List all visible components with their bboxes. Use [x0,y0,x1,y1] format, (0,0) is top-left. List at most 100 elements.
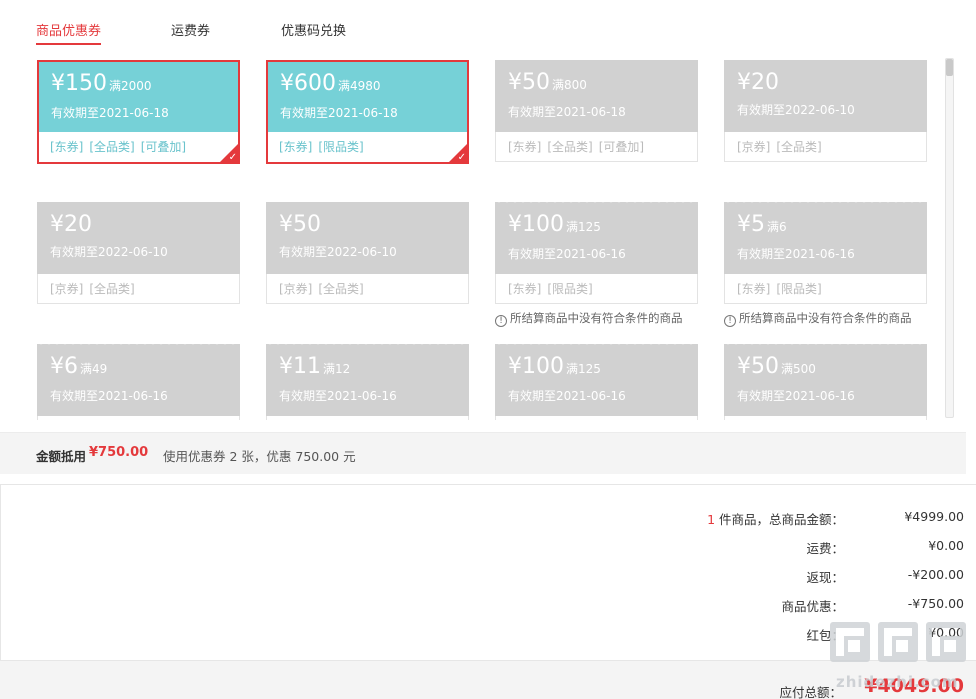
coupon-tags [724,416,927,420]
coupon-amount-line: ¥600 满4980 [280,71,455,99]
goods-total-row: 1 件商品，总商品金额： ¥4999.00 [564,509,964,529]
coupon-condition: 满800 [552,78,587,92]
coupon-tag: [全品类] [89,140,135,154]
coupon-tag: [京券] [737,140,771,154]
coupon-tags [37,416,240,420]
coupon-amount-line: ¥50 满500 [737,354,914,382]
coupon-amount-line: ¥20 [50,212,227,238]
cashback-row: 返现： -¥200.00 [564,567,964,587]
coupon-condition: 满6 [767,220,787,234]
coupon-face: ¥100 满125 有效期至2021-06-16 [495,199,698,274]
coupon-amount-line: ¥150 满2000 [51,71,226,99]
coupon-face: ¥150 满2000 有效期至2021-06-18 [39,62,238,132]
coupon-tags: [东券] [限品类] [724,274,927,304]
coupon-face: ¥50 满800 有效期至2021-06-18 [495,60,698,132]
coupon-card[interactable]: ¥50 满500 有效期至2021-06-16 [724,341,927,420]
coupon-tags: [京券] [全品类] [266,274,469,304]
coupon-amount-line: ¥50 满800 [508,70,685,98]
coupon-card[interactable]: ¥5 满6 有效期至2021-06-16 [东券] [限品类] ! 所结算商品中没有符合条件… [724,199,927,327]
coupon-card[interactable]: ¥50 有效期至2022-06-10 [京券] [全品类] [266,202,469,304]
coupon-scrollbar[interactable] [945,58,954,418]
coupon-tag: [全品类] [547,140,593,154]
coupon-card[interactable]: ¥20 有效期至2022-06-10 [京券] [全品类] [37,202,240,304]
coupon-card[interactable]: ¥100 满125 有效期至2021-06-16 [东券] [限品类]! 所结算商品中没有… [495,199,698,327]
coupon-warning-text: 所结算商品中没有符合条件的商品 [739,311,912,325]
shipping-value: ¥0.00 [928,538,964,553]
coupon-amount: ¥100 [508,212,564,237]
tab-product-coupons[interactable]: 商品优惠券 [36,20,102,45]
coupon-tags: [京券] [全品类] [37,274,240,304]
discount-value: -¥750.00 [907,596,964,611]
coupon-tag: [全品类] [318,282,364,296]
coupon-usage-note: 使用优惠券 2 张，优惠 750.00 元 [163,449,356,464]
discount-label: 商品优惠： [781,599,844,614]
coupon-amount-line: ¥6 满49 [50,354,227,382]
coupon-validity: 有效期至2022-06-10 [737,103,855,117]
coupon-face: ¥600 满4980 有效期至2021-06-18 [268,62,467,132]
coupon-face: ¥50 满500 有效期至2021-06-16 [724,341,927,416]
shipping-label: 运费： [806,541,844,556]
coupon-validity: 有效期至2021-06-16 [737,389,855,403]
coupon-face: ¥50 有效期至2022-06-10 [266,202,469,274]
goods-total-label: 1 件商品，总商品金额： [707,509,844,528]
coupon-amount-line: ¥100 满125 [508,212,685,240]
coupon-condition: 满500 [781,362,816,376]
watermark-logo: zhidezhi.com [826,618,972,699]
coupon-tag: [限品类] [318,140,364,154]
watermark-text: zhidezhi.com [836,673,959,691]
coupon-condition: 满12 [323,362,351,376]
shipping-row: 运费： ¥0.00 [564,538,964,558]
item-count: 1 [707,512,716,527]
coupon-card[interactable]: ¥600 满4980 有效期至2021-06-18 [东券] [限品类] ✓ [266,60,469,164]
coupon-validity: 有效期至2022-06-10 [50,245,168,259]
coupon-card[interactable]: ¥6 满49 有效期至2021-06-16 [37,341,240,420]
coupon-serrated-edge [37,341,240,347]
info-icon: ! [495,315,507,327]
coupon-validity: 有效期至2021-06-16 [50,389,168,403]
coupon-tags: [东券] [全品类] [可叠加] [39,132,238,162]
coupon-amount: ¥150 [51,71,107,96]
coupon-scrollbar-thumb[interactable] [946,59,953,76]
coupon-amount-line: ¥100 满125 [508,354,685,382]
coupon-tag: [东券] [279,140,313,154]
coupon-card[interactable]: ¥150 满2000 有效期至2021-06-18 [东券] [全品类] [可叠加] ✓ [37,60,240,164]
coupon-card[interactable]: ¥50 满800 有效期至2021-06-18 [东券] [全品类] [可叠加] [495,60,698,162]
tab-promo-code[interactable]: 优惠码兑换 [281,20,346,43]
coupon-list: ¥150 满2000 有效期至2021-06-18 [东券] [全品类] [可叠加] ✓ ¥6… [0,50,960,420]
coupon-amount-line: ¥11 满12 [279,354,456,382]
coupon-tag: [京券] [279,282,313,296]
coupon-serrated-edge [495,341,698,347]
cashback-label: 返现： [806,570,844,585]
coupon-amount: ¥11 [279,354,321,379]
tab-shipping-coupons[interactable]: 运费券 [171,20,210,43]
coupon-face: ¥5 满6 有效期至2021-06-16 [724,199,927,274]
coupon-tag: [限品类] [547,282,593,296]
coupon-face: ¥100 满125 有效期至2021-06-16 [495,341,698,416]
coupon-card[interactable]: ¥11 满12 有效期至2021-06-16 [266,341,469,420]
coupon-tag: [限品类] [776,282,822,296]
coupon-amount: ¥50 [279,212,321,237]
coupon-condition: 满2000 [109,79,152,93]
coupon-validity: 有效期至2021-06-16 [279,389,397,403]
coupon-amount: ¥100 [508,354,564,379]
coupon-tag: [东券] [737,282,771,296]
coupon-tags: [东券] [限品类] [495,274,698,304]
coupon-serrated-edge [724,341,927,347]
deduction-label: 金额抵用 [36,449,87,464]
coupon-condition: 满125 [566,362,601,376]
coupon-condition: 满4980 [338,79,381,93]
coupon-tags [266,416,469,420]
watermark-glyph [878,622,918,662]
coupon-tag: [东券] [50,140,84,154]
coupon-serrated-edge [724,199,927,205]
coupon-tag: [可叠加] [598,140,645,154]
coupon-card[interactable]: ¥20 有效期至2022-06-10 [京券] [全品类] [724,60,927,162]
coupon-tag: [全品类] [776,140,822,154]
coupon-amount: ¥20 [737,70,779,95]
watermark-glyph [926,622,966,662]
coupon-tag: [京券] [50,282,84,296]
coupon-card[interactable]: ¥100 满125 有效期至2021-06-16 [495,341,698,420]
coupon-summary-bar: 金额抵用 ¥750.00 使用优惠券 2 张，优惠 750.00 元 [0,432,966,474]
coupon-warning: ! 所结算商品中没有符合条件的商品 [724,310,912,327]
coupon-tags: [东券] [限品类] [268,132,467,162]
